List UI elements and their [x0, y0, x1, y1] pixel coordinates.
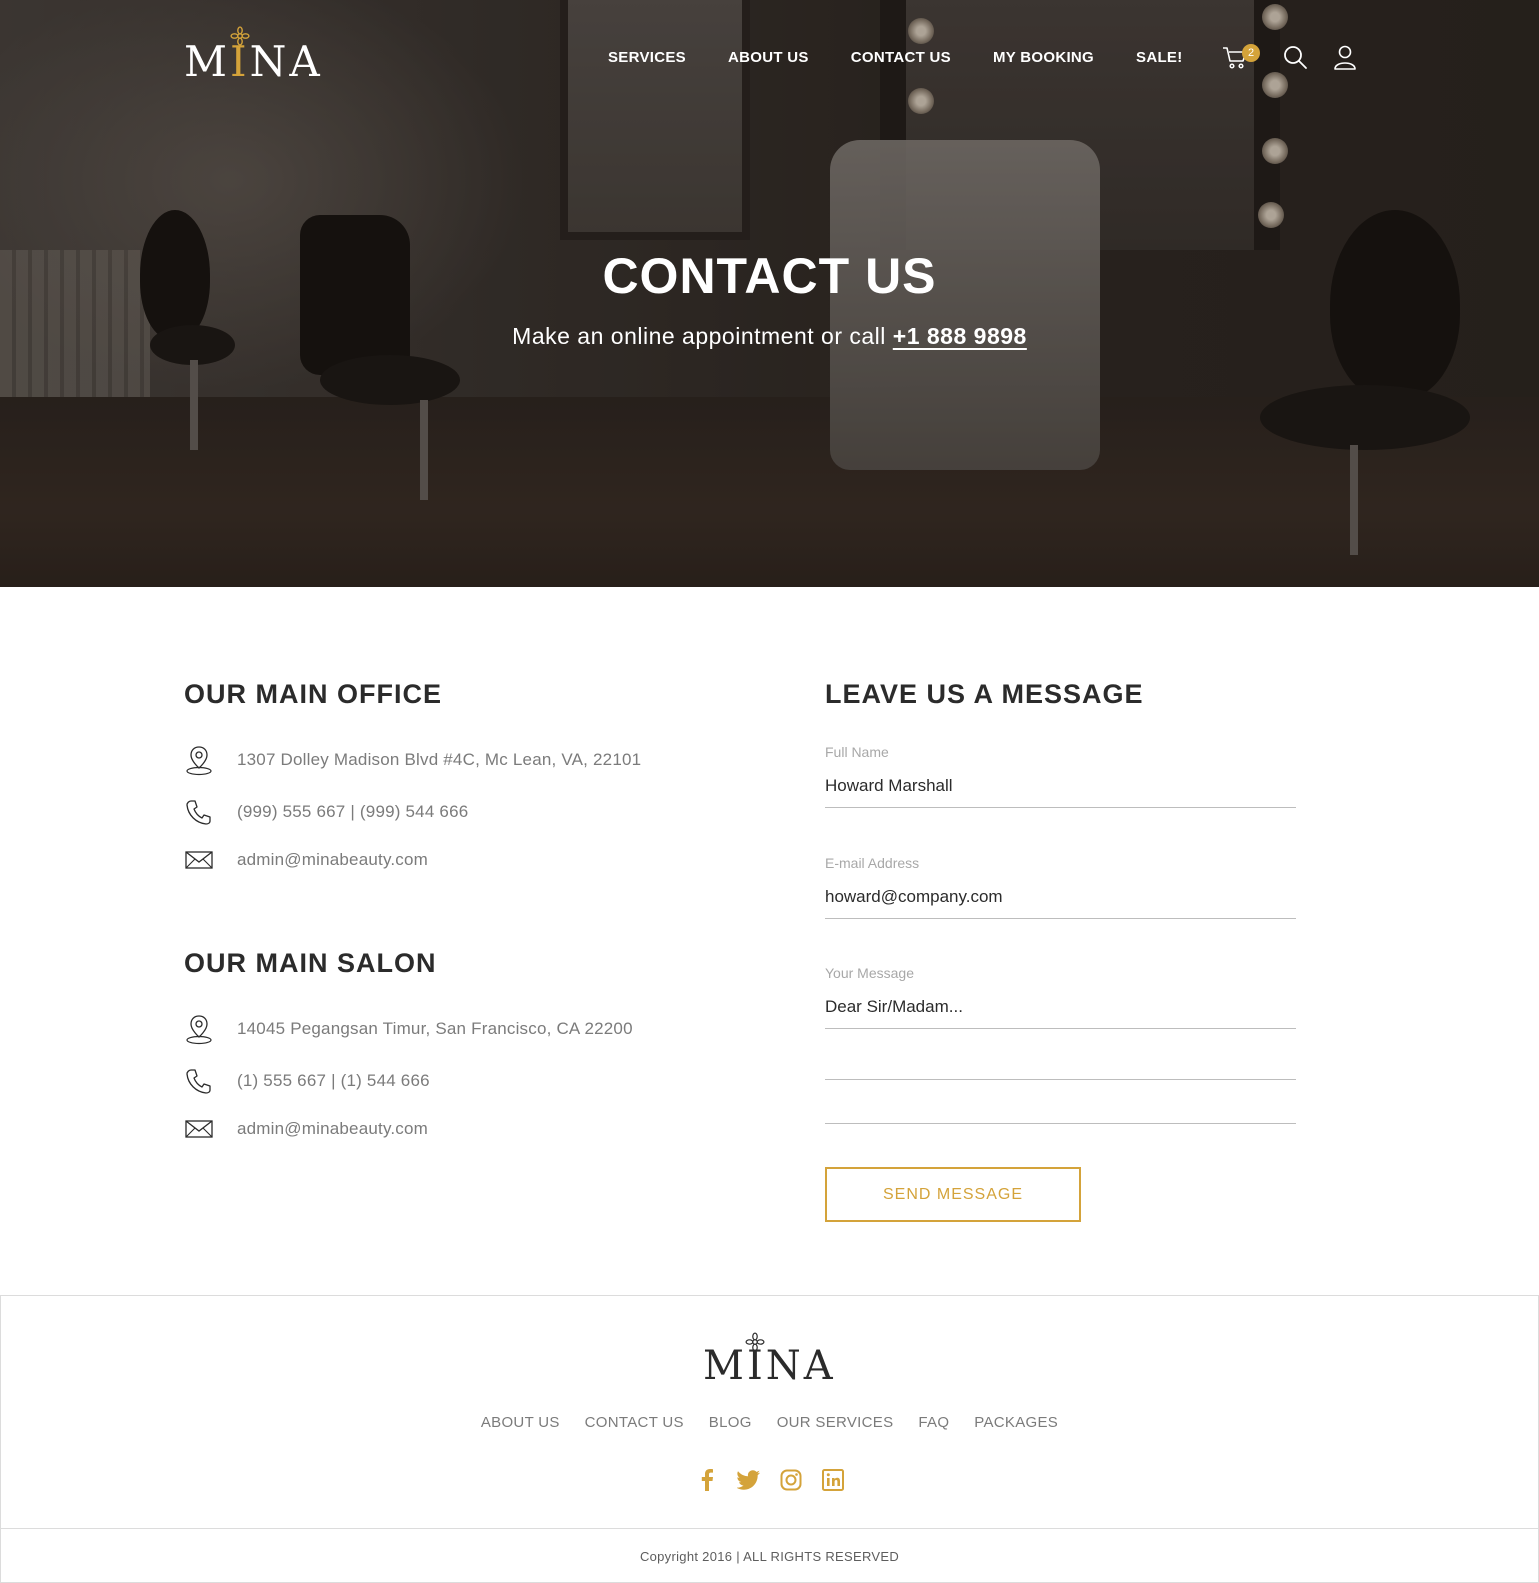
nav-item-contact-us[interactable]: CONTACT US — [851, 48, 951, 68]
hero-subtitle-text: Make an online appointment or call — [512, 323, 886, 349]
footer-link-packages[interactable]: PACKAGES — [974, 1414, 1058, 1431]
nav-item-services[interactable]: SERVICES — [608, 48, 686, 68]
footer-logo-text: MINA — [703, 1343, 836, 1389]
hero-subtitle: Make an online appointment or call +1 88… — [0, 321, 1539, 351]
salon-email[interactable]: admin@minabeauty.com — [237, 1119, 428, 1139]
office-address: 1307 Dolley Madison Blvd #4C, Mc Lean, V… — [237, 750, 642, 769]
email-input[interactable] — [825, 875, 1296, 919]
map-pin-icon — [184, 744, 214, 776]
instagram-icon[interactable] — [779, 1468, 803, 1492]
map-pin-icon — [184, 1013, 214, 1045]
nav-item-my-booking[interactable]: MY BOOKING — [993, 48, 1094, 68]
twitter-icon[interactable] — [736, 1468, 761, 1492]
facebook-icon[interactable] — [695, 1468, 719, 1492]
office-address-row: 1307 Dolley Madison Blvd #4C, Mc Lean, V… — [184, 743, 641, 777]
brand-logo[interactable]: MINA — [184, 26, 329, 86]
message-line[interactable] — [825, 1079, 1296, 1080]
message-line[interactable] — [825, 1123, 1296, 1124]
office-phone[interactable]: (999) 555 667 | (999) 544 666 — [237, 802, 468, 822]
office-phone-row: (999) 555 667 | (999) 544 666 — [184, 795, 468, 829]
cart-button[interactable]: 2 — [1222, 44, 1260, 70]
salon-email-row: admin@minabeauty.com — [184, 1112, 428, 1146]
account-button[interactable] — [1332, 44, 1358, 70]
email-label: E-mail Address — [825, 855, 920, 871]
page-title-light: US — [865, 248, 937, 304]
full-name-field: Full Name — [825, 744, 1296, 808]
salon-address-row: 14045 Pegangsan Timur, San Francisco, CA… — [184, 1012, 633, 1046]
message-label: Your Message — [825, 965, 914, 981]
footer-link-our-services[interactable]: OUR SERVICES — [777, 1414, 894, 1431]
message-field: Your Message — [825, 965, 1296, 1029]
footer-link-about-us[interactable]: ABOUT US — [481, 1414, 560, 1431]
footer-link-contact-us[interactable]: CONTACT US — [585, 1414, 684, 1431]
page-title-bold: CONTACT — [602, 248, 851, 304]
office-title: OUR MAIN OFFICE — [184, 679, 442, 709]
hero-phone-link[interactable]: +1 888 9898 — [893, 323, 1027, 349]
footer-divider — [1, 1528, 1538, 1529]
phone-icon — [184, 796, 214, 828]
social-links — [1, 1468, 1538, 1492]
salon-phone[interactable]: (1) 555 667 | (1) 544 666 — [237, 1071, 430, 1091]
salon-phone-row: (1) 555 667 | (1) 544 666 — [184, 1064, 430, 1098]
footer-link-blog[interactable]: BLOG — [709, 1414, 752, 1431]
footer-link-faq[interactable]: FAQ — [918, 1414, 949, 1431]
email-field: E-mail Address — [825, 855, 1296, 919]
full-name-label: Full Name — [825, 744, 889, 760]
send-message-button[interactable]: SEND MESSAGE — [825, 1167, 1081, 1222]
logo-text: MINA — [184, 37, 323, 86]
search-icon — [1284, 46, 1307, 69]
top-navigation: MINA SERVICES ABOUT US CONTACT US MY BOO… — [0, 0, 1539, 120]
envelope-icon — [184, 844, 214, 876]
office-email[interactable]: admin@minabeauty.com — [237, 850, 428, 870]
message-input[interactable] — [825, 985, 1296, 1029]
search-button[interactable] — [1282, 44, 1308, 70]
full-name-input[interactable] — [825, 764, 1296, 808]
main-menu: SERVICES ABOUT US CONTACT US MY BOOKING … — [608, 48, 1225, 68]
salon-address: 14045 Pegangsan Timur, San Francisco, CA… — [237, 1019, 633, 1038]
user-icon — [1334, 45, 1356, 70]
copyright-text: Copyright 2016 | ALL RIGHTS RESERVED — [639, 1549, 900, 1564]
footer-nav: ABOUT US CONTACT US BLOG OUR SERVICES FA… — [1, 1414, 1538, 1431]
cart-count-badge: 2 — [1242, 44, 1260, 62]
nav-item-about-us[interactable]: ABOUT US — [728, 48, 809, 68]
form-title: LEAVE US A MESSAGE — [825, 679, 1144, 709]
nav-icon-group: 2 — [1222, 40, 1362, 76]
salon-title: OUR MAIN SALON — [184, 948, 437, 978]
linkedin-icon[interactable] — [821, 1468, 845, 1492]
footer: MINA ABOUT US CONTACT US BLOG OUR SERVIC… — [0, 1295, 1539, 1583]
hero-banner: MINA SERVICES ABOUT US CONTACT US MY BOO… — [0, 0, 1539, 587]
phone-icon — [184, 1065, 214, 1097]
envelope-icon — [184, 1113, 214, 1145]
nav-item-sale[interactable]: SALE! — [1136, 48, 1183, 68]
footer-logo[interactable]: MINA — [703, 1332, 843, 1392]
page-title: CONTACT US — [0, 248, 1539, 304]
office-email-row: admin@minabeauty.com — [184, 843, 428, 877]
